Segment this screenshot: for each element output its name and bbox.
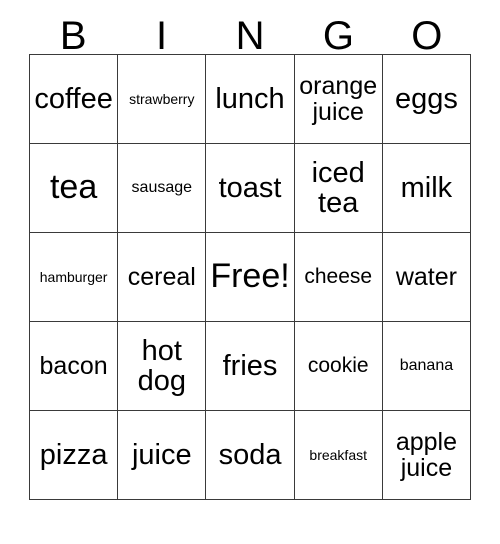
bingo-cell-label: water bbox=[395, 263, 457, 291]
bingo-cell-label: cereal bbox=[127, 263, 196, 291]
bingo-grid-row: coffee strawberry lunch orange juice eggs bbox=[30, 55, 472, 144]
bingo-cell-label: eggs bbox=[394, 82, 458, 115]
bingo-cell[interactable]: soda bbox=[206, 411, 295, 500]
bingo-cell-label: lunch bbox=[215, 82, 285, 115]
bingo-cell[interactable]: fries bbox=[206, 322, 295, 411]
bingo-cell-label: toast bbox=[218, 171, 282, 204]
bingo-cell[interactable]: juice bbox=[118, 411, 207, 500]
bingo-cell-label: Free! bbox=[210, 257, 290, 296]
bingo-cell-label: strawberry bbox=[129, 90, 195, 107]
bingo-cell[interactable]: strawberry bbox=[118, 55, 207, 144]
bingo-header-letter-g: G bbox=[322, 13, 354, 58]
bingo-cell-label: cheese bbox=[304, 265, 373, 289]
bingo-cell[interactable]: eggs bbox=[382, 55, 472, 144]
bingo-cell[interactable]: sausage bbox=[118, 144, 207, 233]
bingo-header-letter-o: O bbox=[411, 13, 443, 58]
bingo-cell-label: tea bbox=[49, 168, 98, 207]
bingo-cell[interactable]: lunch bbox=[206, 55, 295, 144]
bingo-grid: coffee strawberry lunch orange juice eggs tea… bbox=[29, 54, 472, 500]
bingo-cell-label: cookie bbox=[307, 354, 369, 378]
bingo-header-letter-b: B bbox=[59, 13, 87, 58]
bingo-cell[interactable]: apple juice bbox=[382, 411, 472, 500]
bingo-cell[interactable]: bacon bbox=[30, 322, 119, 411]
bingo-cell-label: hot dog bbox=[137, 334, 186, 397]
bingo-cell[interactable]: pizza bbox=[30, 411, 119, 500]
bingo-cell[interactable]: hamburger bbox=[30, 233, 119, 322]
bingo-cell[interactable]: tea bbox=[30, 144, 119, 233]
bingo-card: B I N G O coffee strawberry lunch orange ju… bbox=[0, 0, 500, 544]
bingo-cell[interactable]: coffee bbox=[30, 55, 119, 144]
bingo-grid-row: tea sausage toast iced tea milk bbox=[30, 144, 472, 233]
bingo-cell[interactable]: breakfast bbox=[294, 411, 383, 500]
bingo-cell-label: juice bbox=[131, 438, 192, 471]
bingo-cell[interactable]: water bbox=[382, 233, 472, 322]
bingo-cell-label: soda bbox=[218, 438, 282, 471]
bingo-cell[interactable]: cheese bbox=[294, 233, 383, 322]
bingo-cell-label: banana bbox=[399, 356, 454, 374]
bingo-cell-label: fries bbox=[222, 349, 278, 382]
bingo-cell[interactable]: orange juice bbox=[294, 55, 383, 144]
bingo-header-letter-i: I bbox=[156, 13, 168, 58]
bingo-cell-label: bacon bbox=[39, 352, 108, 380]
bingo-cell-label: milk bbox=[400, 171, 453, 204]
bingo-grid-row: pizza juice soda breakfast apple juice bbox=[30, 411, 472, 500]
bingo-cell[interactable]: hot dog bbox=[118, 322, 207, 411]
bingo-cell-label: coffee bbox=[34, 82, 113, 115]
bingo-cell[interactable]: toast bbox=[206, 144, 295, 233]
bingo-cell[interactable]: milk bbox=[382, 144, 472, 233]
bingo-cell-label: pizza bbox=[39, 438, 108, 471]
bingo-grid-row: hamburger cereal Free! cheese water bbox=[30, 233, 472, 322]
bingo-header-letter-n: N bbox=[235, 13, 265, 58]
bingo-cell[interactable]: iced tea bbox=[294, 144, 383, 233]
bingo-cell-label: iced tea bbox=[311, 156, 365, 219]
bingo-cell[interactable]: cereal bbox=[118, 233, 207, 322]
bingo-header-row: B I N G O bbox=[29, 0, 471, 58]
bingo-cell-label: sausage bbox=[131, 178, 193, 196]
bingo-grid-row: bacon hot dog fries cookie banana bbox=[30, 322, 472, 411]
bingo-cell-label: breakfast bbox=[309, 446, 367, 463]
bingo-cell[interactable]: banana bbox=[382, 322, 472, 411]
bingo-cell-label: hamburger bbox=[39, 268, 108, 285]
bingo-cell-free-space[interactable]: Free! bbox=[206, 233, 295, 322]
bingo-cell-label: apple juice bbox=[395, 428, 457, 482]
bingo-cell[interactable]: cookie bbox=[294, 322, 383, 411]
bingo-cell-label: orange juice bbox=[299, 72, 378, 126]
